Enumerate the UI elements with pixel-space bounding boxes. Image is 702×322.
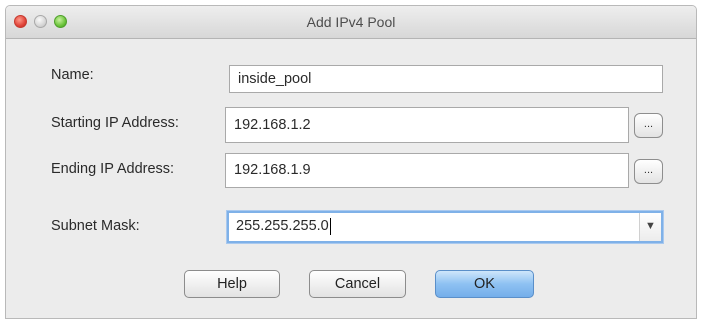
help-button[interactable]: Help xyxy=(184,270,280,298)
window-title: Add IPv4 Pool xyxy=(306,14,396,30)
chevron-down-icon[interactable]: ▼ xyxy=(639,213,661,241)
name-value: inside_pool xyxy=(238,71,312,87)
ok-button[interactable]: OK xyxy=(435,270,534,298)
starting-ip-field[interactable]: 192.168.1.2 xyxy=(225,107,629,143)
ending-ip-field[interactable]: 192.168.1.9 xyxy=(225,153,629,188)
starting-ip-value: 192.168.1.2 xyxy=(234,117,311,133)
starting-ip-label: Starting IP Address: xyxy=(51,115,179,131)
text-cursor xyxy=(329,217,331,235)
ending-ip-browse-button[interactable]: ... xyxy=(634,159,663,184)
dialog-window: Add IPv4 Pool Name: inside_pool Starting… xyxy=(5,5,697,319)
subnet-mask-label: Subnet Mask: xyxy=(51,218,140,234)
starting-ip-browse-button[interactable]: ... xyxy=(634,113,663,138)
ending-ip-label: Ending IP Address: xyxy=(51,161,175,177)
name-field[interactable]: inside_pool xyxy=(229,65,663,93)
title-bar: Add IPv4 Pool xyxy=(6,6,696,39)
subnet-mask-value: 255.255.255.0 xyxy=(236,218,329,234)
ending-ip-value: 192.168.1.9 xyxy=(234,162,311,178)
subnet-mask-combobox[interactable]: 255.255.255.0 ▼ xyxy=(227,211,663,243)
cancel-button[interactable]: Cancel xyxy=(309,270,406,298)
name-label: Name: xyxy=(51,67,94,83)
